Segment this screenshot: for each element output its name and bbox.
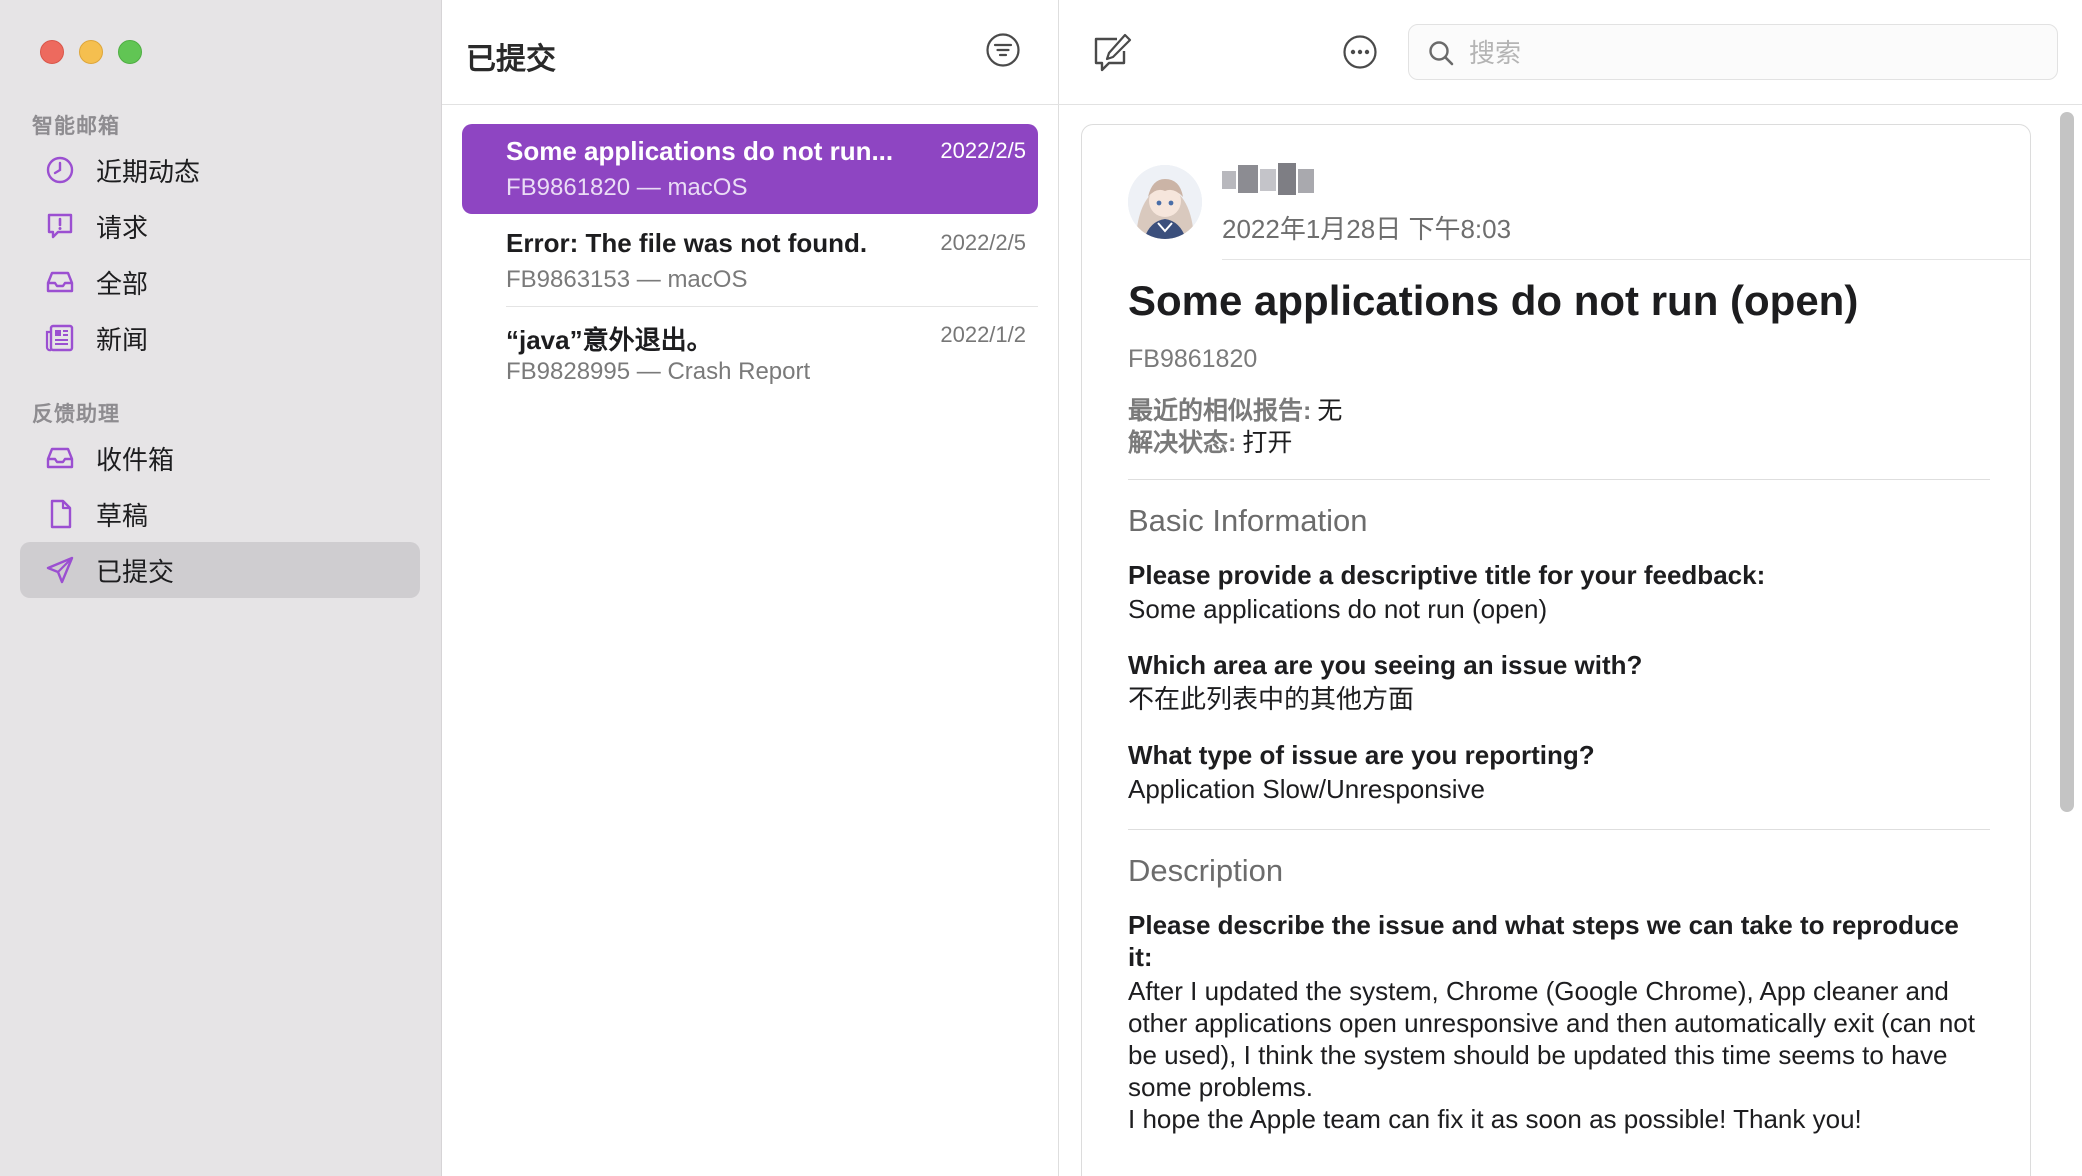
resolution-label: 解决状态: <box>1128 429 1237 457</box>
question-description: Please describe the issue and what steps… <box>1128 910 1959 972</box>
sidebar-item-drafts[interactable]: 草稿 <box>20 486 420 542</box>
message-subject: Error: The file was not found. <box>506 228 868 258</box>
sent-date: 2022年1月28日 下午8:03 <box>1222 214 1512 244</box>
sidebar-item-submitted[interactable]: 已提交 <box>20 542 420 598</box>
message-subject: Some applications do not run... <box>506 136 894 166</box>
similar-reports-line: 最近的相似报告: 无 <box>1128 391 1342 427</box>
document-icon <box>50 499 72 529</box>
sidebar-item-label: 已提交 <box>96 556 175 587</box>
answer-issue-type: Application Slow/Unresponsive <box>1128 774 1485 804</box>
sidebar-item-news[interactable]: 新闻 <box>20 310 420 366</box>
sidebar-item-label: 全部 <box>96 268 149 299</box>
row-divider <box>506 306 1038 307</box>
more-options-icon[interactable] <box>1342 34 1378 70</box>
basic-information-heading: Basic Information <box>1128 503 1368 538</box>
similar-reports-value: 无 <box>1317 397 1343 425</box>
question-area: Which area are you seeing an issue with? <box>1128 650 1643 680</box>
search-field[interactable] <box>1408 24 2058 80</box>
section-divider <box>1128 479 1990 480</box>
list-header: 已提交 <box>442 0 1059 105</box>
answer-title: Some applications do not run (open) <box>1128 594 1548 624</box>
search-input[interactable] <box>1469 33 2029 73</box>
sidebar-item-all[interactable]: 全部 <box>20 254 420 310</box>
detail-scrollbar[interactable] <box>2060 112 2074 812</box>
message-subtitle: FB9863153 — macOS <box>506 266 748 293</box>
sidebar-item-label: 请求 <box>96 212 149 243</box>
question-title: Please provide a descriptive title for y… <box>1128 560 1766 590</box>
sidebar-item-label: 草稿 <box>96 500 149 531</box>
close-window-button[interactable] <box>40 40 64 64</box>
sidebar: 智能邮箱 近期动态 请求 全部 新闻 反馈助理 收件箱 草稿 已提交 <box>0 0 442 1176</box>
compose-icon[interactable] <box>1091 32 1133 74</box>
message-row[interactable]: “java”意外退出。 2022/1/2 FB9828995 — Crash R… <box>462 308 1038 398</box>
exclamation-bubble-icon <box>47 213 73 239</box>
avatar <box>1128 165 1202 239</box>
feedback-title: Some applications do not run (open) <box>1128 277 1859 324</box>
clock-icon <box>46 156 74 184</box>
feedback-assistant-heading: 反馈助理 <box>32 403 120 426</box>
message-subtitle: FB9861820 — macOS <box>506 174 748 201</box>
message-date: 2022/2/5 <box>940 230 1026 255</box>
list-title: 已提交 <box>466 43 556 76</box>
sender-name-redacted <box>1222 163 1318 197</box>
tray-icon <box>46 447 74 469</box>
feedback-id: FB9861820 <box>1128 345 1258 373</box>
newspaper-icon <box>45 324 74 352</box>
question-issue-type: What type of issue are you reporting? <box>1128 740 1595 770</box>
smart-mailboxes-heading: 智能邮箱 <box>32 115 120 138</box>
detail-toolbar <box>1059 0 2082 105</box>
sidebar-item-label: 新闻 <box>96 324 149 355</box>
zoom-window-button[interactable] <box>118 40 142 64</box>
sidebar-item-label: 收件箱 <box>96 444 175 475</box>
similar-reports-label: 最近的相似报告: <box>1128 397 1312 425</box>
feedback-card: 2022年1月28日 下午8:03 Some applications do n… <box>1081 124 2031 1176</box>
section-divider <box>1128 829 1990 830</box>
message-date: 2022/2/5 <box>940 138 1026 163</box>
resolution-line: 解决状态: 打开 <box>1128 423 1292 459</box>
description-heading: Description <box>1128 853 1284 888</box>
answer-closing: I hope the Apple team can fix it as soon… <box>1128 1104 1862 1134</box>
answer-area: 不在此列表中的其他方面 <box>1128 684 1415 714</box>
sidebar-item-requests[interactable]: 请求 <box>20 198 420 254</box>
tray-icon <box>46 271 74 293</box>
window-controls <box>40 40 142 64</box>
detail-pane: 2022年1月28日 下午8:03 Some applications do n… <box>1059 0 2082 1176</box>
header-divider <box>1222 259 2030 260</box>
resolution-value: 打开 <box>1242 429 1293 457</box>
message-row[interactable]: Some applications do not run... 2022/2/5… <box>462 124 1038 214</box>
search-icon <box>1429 41 1454 66</box>
message-subject: “java”意外退出。 <box>506 325 713 355</box>
sidebar-item-inbox[interactable]: 收件箱 <box>20 430 420 486</box>
message-subtitle: FB9828995 — Crash Report <box>506 358 811 385</box>
sidebar-item-recent-activity[interactable]: 近期动态 <box>20 142 420 198</box>
message-list-column: 已提交 Some applications do not run... 2022… <box>442 0 1059 1176</box>
sidebar-item-label: 近期动态 <box>96 156 201 187</box>
answer-description: After I updated the system, Chrome (Goog… <box>1128 976 1975 1102</box>
message-date: 2022/1/2 <box>940 322 1026 347</box>
filter-icon[interactable] <box>985 32 1021 68</box>
paperplane-icon <box>46 556 74 584</box>
message-row[interactable]: Error: The file was not found. 2022/2/5 … <box>462 216 1038 306</box>
minimize-window-button[interactable] <box>79 40 103 64</box>
